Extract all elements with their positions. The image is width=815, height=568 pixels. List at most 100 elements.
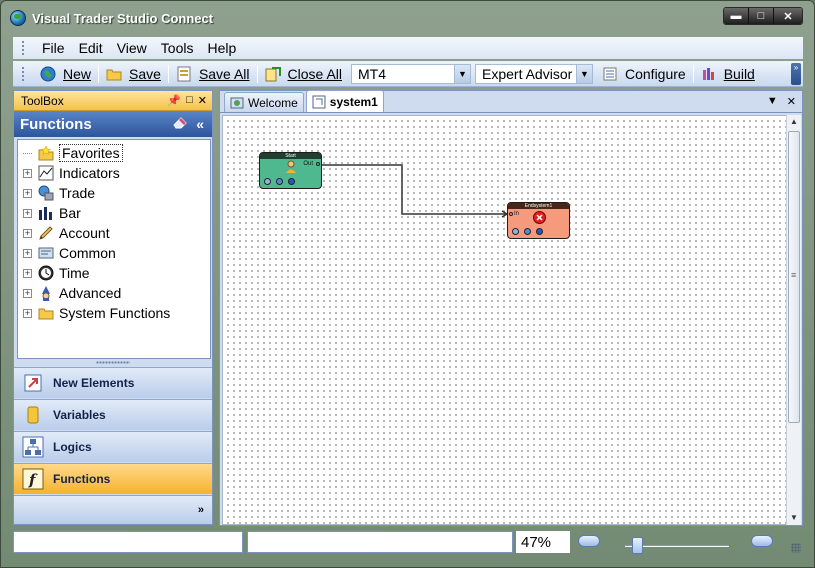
variables-icon	[22, 404, 44, 426]
app-window: Visual Trader Studio Connect ▬ □ ✕ File …	[0, 0, 815, 568]
scroll-up-icon[interactable]: ▲	[787, 115, 801, 129]
tree-item-time[interactable]: + Time	[18, 263, 210, 283]
chevron-down-icon[interactable]: ▼	[576, 64, 592, 83]
tree-item-favorites[interactable]: Favorites	[18, 143, 210, 163]
toolbar-separator	[167, 64, 169, 83]
nav-new-elements[interactable]: New Elements	[14, 367, 212, 398]
close-button[interactable]: ✕	[774, 8, 802, 24]
folder-icon	[38, 305, 54, 321]
menubar-grip-icon[interactable]	[21, 40, 25, 56]
menu-help[interactable]: Help	[200, 40, 243, 56]
bar-chart-icon	[38, 205, 54, 221]
tree-item-system-functions[interactable]: + System Functions	[18, 303, 210, 323]
platform-select[interactable]: MT4 ▼	[351, 63, 471, 84]
save-all-button[interactable]: Save All	[171, 63, 255, 85]
nav-functions[interactable]: f Functions	[14, 463, 212, 494]
zoom-out-button[interactable]	[578, 535, 600, 547]
collapse-chevron-icon[interactable]: «	[196, 116, 204, 132]
chevron-down-icon[interactable]: ▼	[454, 64, 470, 83]
node-action-icon[interactable]	[512, 228, 519, 235]
person-icon	[285, 160, 297, 177]
tree-item-bar[interactable]: + Bar	[18, 203, 210, 223]
expand-icon[interactable]: +	[23, 248, 32, 258]
expand-icon[interactable]: +	[23, 188, 32, 198]
common-icon	[38, 245, 54, 261]
resize-grip-icon[interactable]	[791, 543, 801, 553]
globe-icon	[40, 66, 56, 82]
section-title: Functions	[20, 115, 92, 133]
eraser-icon[interactable]	[172, 115, 188, 133]
minimize-button[interactable]: ▬	[724, 8, 749, 24]
folder-icon	[106, 66, 122, 82]
zoom-level: 47%	[516, 531, 570, 553]
configure-buttons-chevron-icon[interactable]: »	[198, 504, 204, 516]
tab-list-chevron-icon[interactable]: ▼	[767, 95, 778, 108]
zoom-slider-thumb[interactable]	[632, 537, 643, 554]
nav-variables[interactable]: Variables	[14, 399, 212, 430]
scroll-down-icon[interactable]: ▼	[787, 511, 801, 525]
toolbar-separator	[256, 64, 258, 83]
chart-icon	[38, 165, 54, 181]
tree-item-trade[interactable]: + Trade	[18, 183, 210, 203]
logics-icon	[22, 436, 44, 458]
end-node[interactable]: Endsystem1 In	[507, 202, 570, 239]
expand-icon[interactable]: +	[23, 308, 32, 318]
menu-file[interactable]: File	[35, 40, 72, 56]
tree-item-indicators[interactable]: + Indicators	[18, 163, 210, 183]
expand-icon[interactable]: +	[23, 268, 32, 278]
clock-icon	[38, 265, 54, 281]
menu-tools[interactable]: Tools	[154, 40, 201, 56]
wizard-icon	[38, 285, 54, 301]
menu-view[interactable]: View	[110, 40, 154, 56]
node-settings-icon[interactable]	[536, 228, 543, 235]
output-port[interactable]	[316, 162, 320, 166]
toolbar-grip-icon[interactable]	[21, 65, 25, 82]
node-info-icon[interactable]	[276, 178, 283, 185]
vertical-scrollbar[interactable]: ▲ ▼	[786, 115, 801, 525]
scroll-thumb[interactable]	[788, 131, 800, 423]
configure-button[interactable]: Configure	[597, 63, 691, 85]
toolbar-overflow-icon[interactable]: »	[791, 63, 801, 85]
build-icon	[701, 66, 717, 82]
close-tab-icon[interactable]: ✕	[787, 95, 796, 108]
expand-icon[interactable]: +	[23, 208, 32, 218]
nav-logics[interactable]: Logics	[14, 431, 212, 462]
node-action-icon[interactable]	[264, 178, 271, 185]
expand-icon[interactable]: +	[23, 228, 32, 238]
tree-item-account[interactable]: + Account	[18, 223, 210, 243]
status-cell-middle	[247, 531, 513, 553]
close-all-button[interactable]: Close All	[260, 63, 347, 85]
toolbox-header: ToolBox 📌 □ ✕	[14, 91, 212, 111]
expand-icon[interactable]: +	[23, 168, 32, 178]
node-info-icon[interactable]	[524, 228, 531, 235]
document-tabs: Welcome system1	[220, 90, 802, 113]
start-node[interactable]: Start Out	[259, 152, 322, 189]
pin-icon[interactable]: 📌	[167, 94, 181, 107]
menu-bar: File Edit View Tools Help	[13, 37, 803, 59]
close-panel-icon[interactable]: ✕	[198, 94, 207, 107]
tree-item-advanced[interactable]: + Advanced	[18, 283, 210, 303]
maximize-button[interactable]: □	[749, 8, 774, 24]
tab-system1[interactable]: system1	[305, 90, 384, 112]
new-button[interactable]: New	[35, 63, 96, 85]
expand-icon[interactable]: +	[23, 288, 32, 298]
node-settings-icon[interactable]	[288, 178, 295, 185]
document-area: Welcome system1 ▼ ✕ Start Out Endsystem1…	[219, 90, 803, 526]
star-folder-icon	[38, 145, 54, 161]
save-button[interactable]: Save	[101, 63, 166, 85]
welcome-icon	[230, 96, 244, 110]
program-type-select[interactable]: Expert Advisor ▼	[475, 63, 593, 84]
status-cell-left	[13, 531, 243, 553]
zoom-in-button[interactable]	[751, 535, 773, 547]
input-port[interactable]	[509, 212, 513, 216]
menu-edit[interactable]: Edit	[72, 40, 110, 56]
window-controls: ▬ □ ✕	[723, 7, 803, 25]
build-button[interactable]: Build	[696, 63, 760, 85]
configure-icon	[602, 66, 618, 82]
diagram-canvas[interactable]: Start Out Endsystem1 In	[222, 115, 787, 525]
tree-item-common[interactable]: + Common	[18, 243, 210, 263]
diagram-icon	[312, 95, 326, 109]
panel-splitter[interactable]	[14, 361, 212, 366]
tab-welcome[interactable]: Welcome	[224, 92, 304, 112]
maximize-panel-icon[interactable]: □	[186, 94, 193, 107]
